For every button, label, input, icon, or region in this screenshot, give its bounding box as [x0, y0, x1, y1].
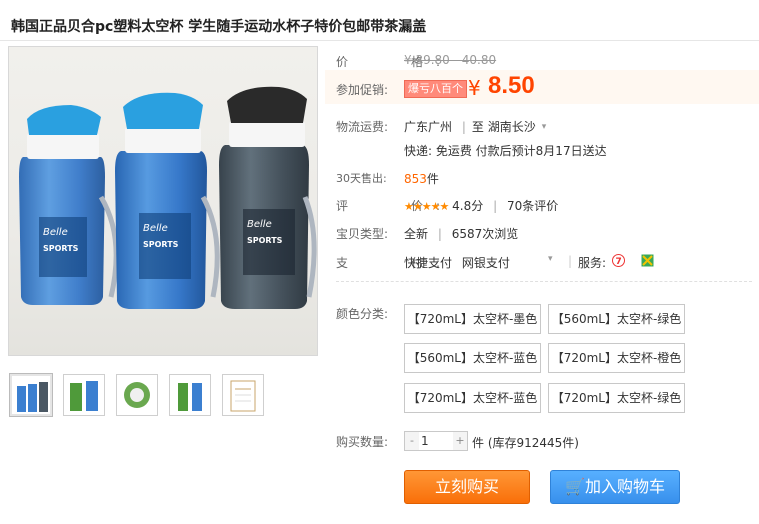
shipping-destination-select[interactable]: 湖南长沙 ▾	[488, 120, 547, 134]
svg-text:SPORTS: SPORTS	[143, 240, 179, 249]
quantity-plus-button[interactable]: +	[453, 432, 467, 450]
svg-text:SPORTS: SPORTS	[247, 236, 283, 245]
sold30-value: 853件	[404, 170, 439, 187]
views-count: 6587次浏览	[451, 227, 519, 241]
shipping-to-prefix: 至	[471, 120, 484, 134]
shipping-origin: 广东广州	[404, 120, 453, 134]
rating-separator: |	[493, 199, 498, 213]
shipping-route: 广东广州 | 至 湖南长沙 ▾	[404, 118, 546, 135]
thumbnail-3[interactable]	[116, 374, 158, 416]
promo-row-background	[325, 70, 759, 104]
status-value: 全新 | 6587次浏览	[404, 225, 518, 242]
bottle-blue-middle: Belle SPORTS	[115, 92, 220, 309]
svg-text:7: 7	[616, 257, 622, 267]
svg-text:Belle: Belle	[43, 227, 68, 238]
add-to-cart-label: 加入购物车	[584, 477, 665, 496]
payment-method-bank: 网银支付	[461, 256, 510, 270]
thumbnail-lid-image	[124, 382, 150, 408]
thumbnail-bottles-image	[17, 382, 48, 412]
sold30-label: 30天售出:	[336, 172, 387, 185]
svg-text:Belle: Belle	[247, 219, 272, 230]
rating-score: 4.8分	[452, 199, 484, 213]
payment-methods: 快捷支付 网银支付	[404, 254, 510, 271]
promo-badge[interactable]: 爆亏八百个	[404, 80, 467, 98]
thumbnail-4[interactable]	[169, 374, 211, 416]
sold30-count: 853	[404, 172, 427, 186]
thumbnail-pointer-icon	[28, 374, 40, 375]
rating-reviews-link[interactable]: 70条评价	[507, 199, 558, 213]
shipping-detail: 快递: 免运费 付款后预计8月17日送达	[404, 144, 607, 158]
svg-text:SPORTS: SPORTS	[43, 244, 79, 253]
shipping-destination: 湖南长沙	[487, 120, 536, 134]
cart-icon: 🛒	[565, 477, 585, 496]
status-label: 宝贝类型:	[336, 227, 389, 241]
product-title: 韩国正品贝合pc塑料太空杯 学生随手运动水杯子特价包邮带茶漏盖	[11, 19, 427, 35]
sku-option[interactable]: 【720mL】太空杯-橙色	[548, 343, 685, 373]
quantity-minus-button[interactable]: -	[405, 432, 419, 450]
promo-price: 8.50	[488, 72, 535, 99]
rating-stars-icon: ★★★★★	[404, 200, 449, 213]
promo-label: 参加促销:	[336, 83, 389, 97]
tmall-service-icon[interactable]: 7	[612, 254, 625, 267]
quantity-label: 购买数量:	[336, 435, 389, 449]
sku-option[interactable]: 【720mL】太空杯-墨色	[404, 304, 541, 334]
stock-text: 件 (库存912445件)	[472, 436, 579, 450]
thumbnail-1[interactable]	[10, 374, 52, 416]
buy-now-button[interactable]: 立刻购买	[404, 470, 530, 504]
main-product-image[interactable]: Belle SPORTS Belle SPORTS Belle SPORTS	[8, 46, 318, 356]
payment-separator: |	[568, 254, 573, 268]
quantity-stepper: - +	[404, 431, 468, 451]
service-label: 服务:	[578, 256, 607, 270]
payment-dropdown-icon[interactable]: ▾	[548, 254, 553, 264]
quantity-input[interactable]	[419, 432, 457, 450]
chevron-down-icon: ▾	[541, 122, 547, 132]
thumbnail-5[interactable]	[222, 374, 264, 416]
bottle-blue-left: Belle SPORTS	[19, 105, 119, 305]
water-bottles-illustration: Belle SPORTS Belle SPORTS Belle SPORTS	[19, 86, 317, 309]
add-to-cart-button[interactable]: 🛒加入购物车	[550, 470, 680, 504]
title-divider	[0, 40, 759, 41]
status-separator: |	[437, 227, 442, 241]
promo-currency: ¥	[468, 76, 481, 100]
sku-option[interactable]: 【560mL】太空杯-蓝色	[404, 343, 541, 373]
sold30-unit: 件	[426, 172, 439, 186]
thumbnail-green-bottles-image	[70, 381, 98, 411]
sku-option[interactable]: 【720mL】太空杯-绿色	[548, 383, 685, 413]
thumbnail-mixed-bottles-image	[178, 383, 202, 411]
bottle-grey-right: Belle SPORTS	[219, 86, 317, 309]
svg-text:Belle: Belle	[143, 223, 168, 234]
shipping-label: 物流运费:	[336, 120, 389, 134]
shipping-separator: |	[461, 120, 466, 134]
thumbnail-2[interactable]	[63, 374, 105, 416]
guarantee-icon[interactable]	[641, 254, 654, 267]
sku-label: 颜色分类:	[336, 307, 389, 321]
rating-value: ★★★★★ 4.8分 | 70条评价	[404, 197, 558, 214]
sku-option[interactable]: 【560mL】太空杯-绿色	[548, 304, 685, 334]
section-divider	[336, 281, 752, 282]
original-price: ¥ 39.80 - 40.80	[404, 53, 497, 67]
sku-option[interactable]: 【720mL】太空杯-蓝色	[404, 383, 541, 413]
condition: 全新	[404, 227, 429, 241]
thumbnail-certificate-image	[230, 380, 256, 412]
payment-method-quick: 快捷支付	[404, 256, 453, 270]
